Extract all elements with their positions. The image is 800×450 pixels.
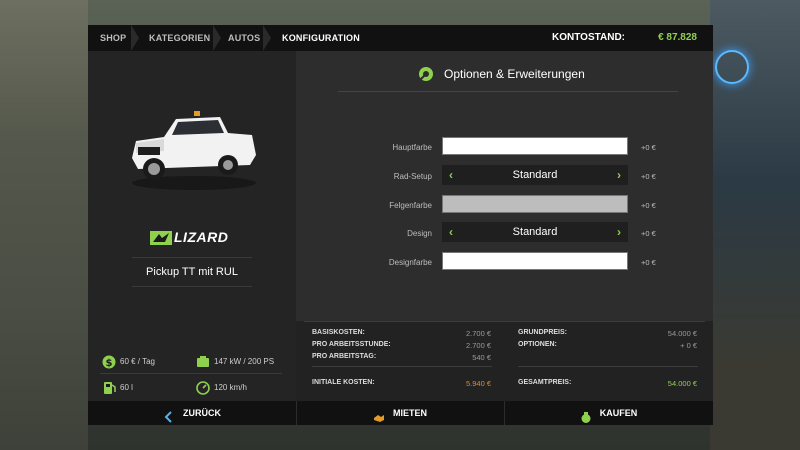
vehicle-image: [132, 111, 256, 190]
chevron-left-icon: [163, 408, 175, 423]
option-label-design: Design: [407, 229, 432, 238]
optionen-label: OPTIONEN:: [518, 341, 557, 348]
option-label-felgenfarbe: Felgenfarbe: [389, 201, 432, 210]
svg-text:$: $: [106, 358, 113, 369]
option-price: +0 €: [641, 143, 656, 152]
pro-arbeitsstunde-value: 2.700 €: [465, 341, 491, 350]
option-price: +0 €: [641, 258, 656, 267]
back-button-label: ZURÜCK: [183, 408, 221, 418]
brand-logo: LIZARD: [148, 227, 248, 247]
rent-button-label: MIETEN: [392, 408, 427, 418]
balance-label: KONTOSTAND:: [552, 32, 625, 43]
optionen-value: + 0 €: [680, 341, 697, 350]
option-price: +0 €: [641, 201, 656, 210]
cost-summary: BASISKOSTEN: 2.700 € PRO ARBEITSSTUNDE: …: [296, 321, 713, 401]
buy-button[interactable]: KAUFEN: [504, 401, 713, 425]
breadcrumb-konfiguration: KONFIGURATION: [282, 33, 360, 43]
cost-divider: [518, 366, 698, 367]
rent-button[interactable]: MIETEN: [296, 401, 504, 425]
pro-arbeitsstunde-label: PRO ARBEITSSTUNDE:: [312, 341, 391, 348]
chevron-right-icon[interactable]: ›: [610, 165, 628, 185]
vehicle-name: Pickup TT mit RUL: [132, 257, 252, 287]
basiskosten-value: 2.700 €: [465, 329, 491, 338]
breadcrumb-separator: [213, 25, 221, 51]
design-value: Standard: [512, 226, 558, 238]
shop-config-panel: SHOP KATEGORIEN AUTOS KONFIGURATION KONT…: [88, 25, 713, 425]
brand-name: LIZARD: [174, 229, 229, 245]
cost-divider: [304, 321, 705, 322]
main-color-swatch[interactable]: [442, 137, 628, 155]
chevron-left-icon[interactable]: ‹: [442, 222, 460, 242]
title-divider: [338, 91, 678, 92]
engine-icon: [197, 356, 209, 367]
pro-arbeitstag-value: 540 €: [472, 353, 491, 362]
buy-button-label: KAUFEN: [599, 408, 638, 418]
option-price: +0 €: [641, 172, 656, 181]
balance-value: € 87.828: [658, 32, 697, 43]
cost-divider: [312, 366, 492, 367]
option-price: +0 €: [641, 229, 656, 238]
chevron-right-icon[interactable]: ›: [610, 222, 628, 242]
spec-divider: [100, 373, 282, 374]
design-selector: ‹ Standard ›: [442, 222, 628, 242]
wheel-setup-value: Standard: [512, 169, 558, 181]
handshake-icon: [373, 408, 385, 422]
initiale-kosten-label: INITIALE KOSTEN:: [312, 379, 375, 386]
basiskosten-label: BASISKOSTEN:: [312, 329, 365, 336]
grundpreis-value: 54.000 €: [667, 329, 697, 338]
fuel-icon: [104, 382, 116, 394]
money-bag-icon: [580, 408, 592, 423]
breadcrumb-kategorien[interactable]: KATEGORIEN: [149, 25, 210, 51]
gesamtpreis-label: GESAMTPREIS:: [518, 379, 572, 386]
design-color-swatch[interactable]: [442, 252, 628, 270]
option-label-designfarbe: Designfarbe: [388, 258, 432, 267]
grundpreis-label: GRUNDPREIS:: [518, 329, 568, 336]
configuration-column: Optionen & Erweiterungen Hauptfarbe +0 €…: [296, 51, 713, 401]
back-button[interactable]: ZURÜCK: [88, 401, 296, 425]
gear-wrench-icon: [419, 67, 433, 81]
top-bar: SHOP KATEGORIEN AUTOS KONFIGURATION KONT…: [88, 25, 713, 51]
money-icon: $: [102, 355, 116, 369]
background-left: [0, 0, 88, 450]
breadcrumb-shop[interactable]: SHOP: [100, 25, 126, 51]
vehicle-info-column: LIZARD Pickup TT mit RUL $ 60 € / Tag 14…: [88, 51, 296, 401]
wheel-setup-selector: ‹ Standard ›: [442, 165, 628, 185]
bottom-action-bar: ZURÜCK MIETEN KAUFEN: [88, 401, 713, 425]
gesamtpreis-value: 54.000 €: [667, 379, 697, 388]
option-label-hauptfarbe: Hauptfarbe: [392, 143, 432, 152]
chevron-left-icon[interactable]: ‹: [442, 165, 460, 185]
option-label-rad-setup: Rad-Setup: [393, 172, 432, 181]
speedometer-icon: [196, 381, 210, 395]
rim-color-swatch[interactable]: [442, 195, 628, 213]
lizard-logo-icon: [150, 231, 172, 245]
initiale-kosten-value: 5.940 €: [465, 379, 491, 388]
pro-arbeitstag-label: PRO ARBEITSTAG:: [312, 353, 377, 360]
breadcrumb-separator: [263, 25, 271, 51]
background-sign: [715, 50, 749, 84]
breadcrumb-separator: [131, 25, 139, 51]
section-title: Optionen & Erweiterungen: [444, 67, 585, 81]
breadcrumb-autos[interactable]: AUTOS: [228, 25, 260, 51]
